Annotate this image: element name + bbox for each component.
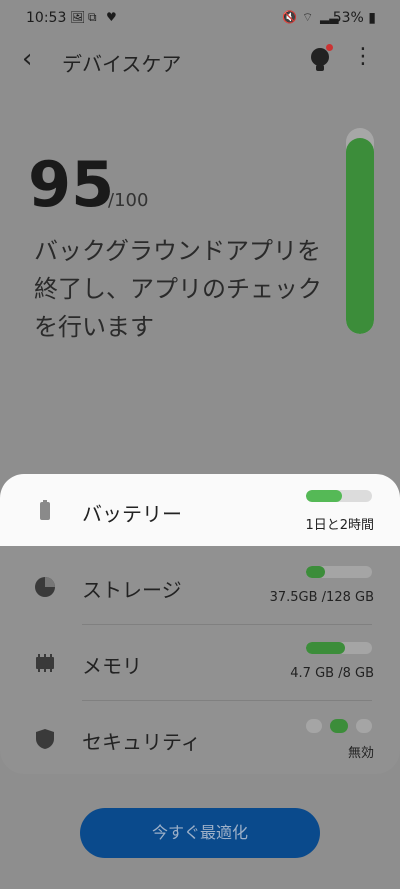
item-value: 1日と2時間 [305,518,374,533]
heart-icon: ♥ [106,10,117,24]
status-description: バックグラウンドアプリを終了し、アプリのチェックを行います [34,237,322,341]
storage-bar-fill [306,566,326,578]
status-dot [306,719,322,733]
divider [82,700,372,701]
notification-dot [326,44,333,51]
list-item-memory[interactable]: メモリ 4.7 GB /8 GB [0,626,400,700]
lightbulb-icon[interactable] [308,44,333,74]
battery-icon [34,500,56,522]
list-item-storage[interactable]: ストレージ 37.5GB /128 GB [0,550,400,624]
wifi-icon: ⌔ [302,10,314,24]
battery-bar-fill [306,490,343,502]
page-title: デバイスケア [62,52,182,76]
item-label: メモリ [82,654,142,678]
item-label: ストレージ [82,578,182,602]
security-status-dots [306,718,376,734]
image-icon: 🖼 [70,10,86,24]
battery-status: 53% ▮ [333,10,376,26]
app-bar: ‹ デバイスケア ⋮ [0,36,400,84]
storage-bar [306,566,372,578]
item-value: 4.7 GB /8 GB [290,666,374,681]
status-bar: 10:53 🖼 ⧉ ♥ 🔇 ⌔ ▂▃ 53% ▮ [0,0,400,36]
mute-icon: 🔇 [282,10,297,24]
shield-icon [34,728,56,750]
item-label: バッテリー [82,502,182,526]
list-item-security[interactable]: セキュリティ 無効 [0,702,400,776]
item-value: 無効 [347,746,374,761]
divider [82,624,372,625]
list-item-battery[interactable]: バッテリー 1日と2時間 [0,474,400,546]
battery-bar [306,490,372,502]
chevron-left-icon[interactable]: ‹ [22,44,32,74]
battery-percent: 53% [332,10,364,26]
score-gauge-fill [346,138,374,334]
optimize-now-button[interactable]: 今すぐ最適化 [80,808,320,858]
score-value: 95 [28,148,115,221]
more-vert-icon[interactable]: ⋮ [352,44,374,70]
memory-bar [306,642,372,654]
battery-status-icon: ▮ [368,10,376,26]
status-time: 10:53 [26,10,67,26]
item-value: 37.5GB /128 GB [269,590,374,605]
status-dot [356,719,372,733]
score-max: /100 [108,190,149,211]
pie-chart-icon [34,576,56,598]
score-gauge [346,128,374,334]
memory-bar-fill [306,642,345,654]
item-label: セキュリティ [82,730,201,754]
status-dot-active [330,719,348,733]
memory-chip-icon [34,652,56,674]
screenshot-icon: ⧉ [88,10,97,24]
